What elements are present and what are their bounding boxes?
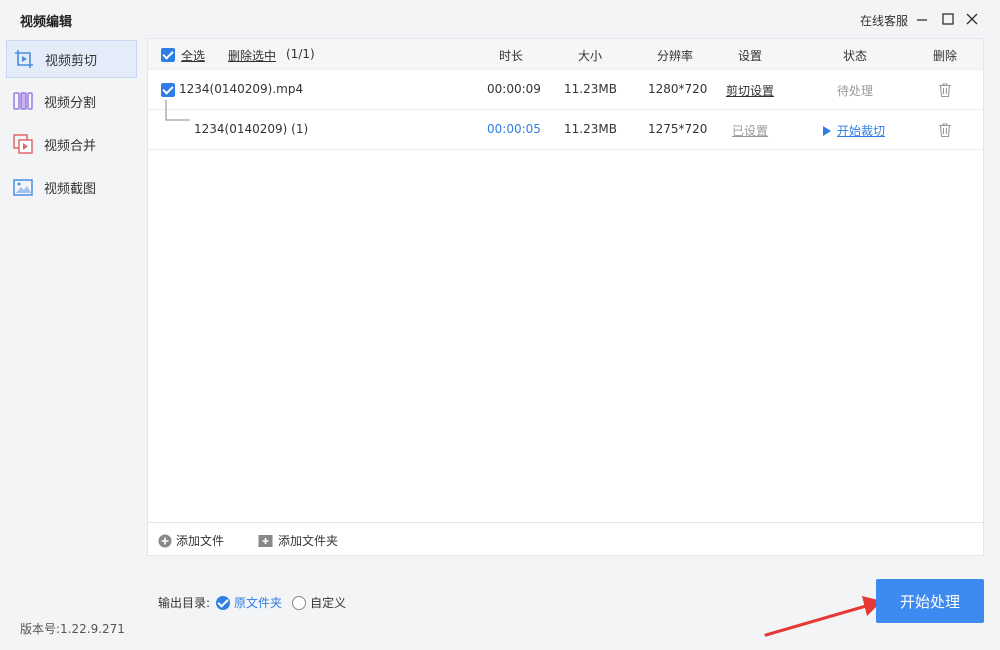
sidebar-item-video-screenshot[interactable]: 视频截图: [6, 168, 137, 206]
sidebar: 视频剪切 视频分割 视频合并 视频截图 版本号:1.22.9.271: [0, 38, 146, 650]
column-delete: 删除: [933, 49, 958, 63]
settings-done-link[interactable]: 已设置: [732, 122, 768, 139]
file-name: 1234(0140209).mp4: [179, 82, 304, 96]
start-cut-link[interactable]: 开始裁切: [822, 122, 885, 139]
sidebar-item-label: 视频剪切: [45, 53, 98, 69]
column-duration: 时长: [499, 49, 524, 63]
select-all-checkbox[interactable]: [161, 48, 175, 62]
minimize-icon[interactable]: [914, 10, 930, 28]
customer-service-link[interactable]: 在线客服: [860, 12, 908, 29]
sidebar-item-label: 视频截图: [44, 181, 97, 197]
maximize-icon[interactable]: [940, 10, 956, 28]
file-duration: 00:00:09: [487, 82, 541, 96]
clip-resolution: 1275*720: [648, 122, 708, 136]
column-status: 状态: [843, 49, 868, 63]
trash-icon[interactable]: [937, 82, 953, 98]
cut-settings-link[interactable]: 剪切设置: [726, 82, 774, 99]
start-processing-button[interactable]: 开始处理: [876, 579, 984, 623]
file-actions-bar: 添加文件 添加文件夹: [148, 522, 983, 555]
add-file-label: 添加文件: [176, 534, 225, 548]
output-dir-label: 输出目录:: [158, 596, 211, 610]
sidebar-item-label: 视频合并: [44, 138, 97, 154]
red-arrow-annotation: [764, 596, 882, 637]
radio-custom-folder[interactable]: [292, 595, 307, 610]
file-resolution: 1280*720: [648, 82, 708, 96]
title-bar: 视频编辑 在线客服: [0, 0, 1000, 38]
column-settings: 设置: [738, 49, 763, 63]
column-size: 大小: [578, 49, 603, 63]
start-cut-label: 开始裁切: [837, 124, 886, 138]
sidebar-item-label: 视频分割: [44, 95, 97, 111]
delete-selected-link[interactable]: 删除选中: [228, 47, 276, 64]
plus-circle-icon: [158, 534, 172, 547]
status-pending: 待处理: [837, 84, 874, 98]
original-folder-label[interactable]: 原文件夹: [234, 594, 282, 611]
sidebar-item-video-split[interactable]: 视频分割: [6, 82, 137, 120]
table-row: 1234(0140209).mp4 00:00:09 11.23MB 1280*…: [148, 70, 983, 110]
add-folder-label: 添加文件夹: [278, 534, 339, 548]
sidebar-item-video-merge[interactable]: 视频合并: [6, 125, 137, 163]
split-video-icon: [13, 92, 33, 110]
crop-video-icon: [15, 50, 33, 68]
select-all-label[interactable]: 全选: [181, 47, 205, 64]
clip-name: 1234(0140209) (1): [194, 122, 309, 136]
clip-duration: 00:00:05: [487, 122, 541, 136]
add-folder-button[interactable]: 添加文件夹: [258, 532, 338, 549]
row-checkbox[interactable]: [161, 83, 175, 97]
app-title: 视频编辑: [20, 15, 73, 30]
sidebar-item-video-crop[interactable]: 视频剪切: [6, 40, 137, 78]
add-folder-icon: [258, 534, 273, 547]
file-size: 11.23MB: [564, 82, 617, 96]
output-directory: 输出目录: 原文件夹 自定义: [158, 594, 346, 611]
selection-count: (1/1): [286, 47, 315, 61]
version-label: 版本号:1.22.9.271: [20, 622, 125, 636]
table-header: 全选 删除选中 (1/1) 时长 大小 分辨率 设置 状态 删除: [148, 39, 983, 70]
radio-original-folder[interactable]: [216, 595, 231, 610]
merge-video-icon: [13, 134, 33, 154]
tree-connector: [165, 100, 190, 121]
trash-icon[interactable]: [937, 122, 953, 138]
close-icon[interactable]: [964, 10, 980, 28]
column-resolution: 分辨率: [657, 49, 694, 63]
play-icon: [823, 125, 831, 136]
add-file-button[interactable]: 添加文件: [158, 532, 224, 549]
screenshot-icon: [13, 179, 33, 196]
custom-folder-label[interactable]: 自定义: [310, 594, 346, 611]
table-row: 1234(0140209) (1) 00:00:05 11.23MB 1275*…: [148, 100, 983, 150]
clip-size: 11.23MB: [564, 122, 617, 136]
file-list-panel: 全选 删除选中 (1/1) 时长 大小 分辨率 设置 状态 删除 1234(01…: [147, 38, 984, 556]
